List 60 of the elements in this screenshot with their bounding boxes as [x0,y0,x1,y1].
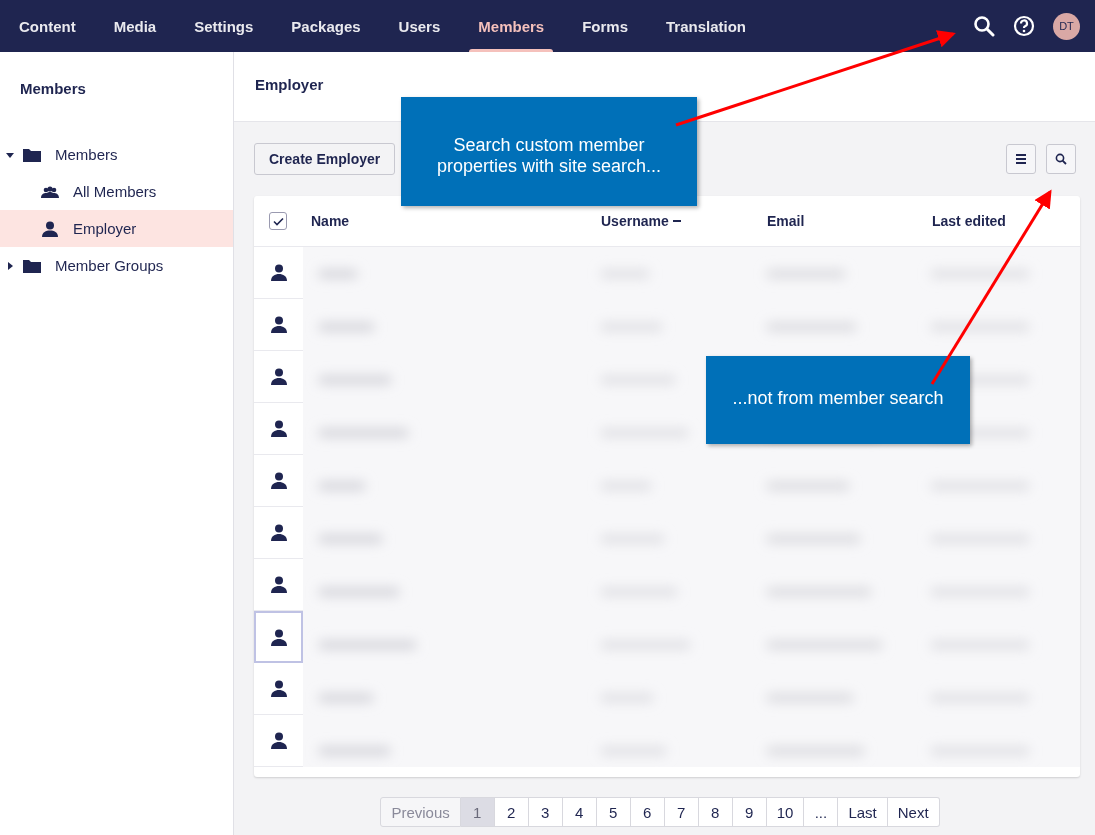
pagination-button[interactable]: 4 [562,797,597,827]
person-icon [269,524,288,541]
sidebar-title: Members [19,79,87,99]
row-icon-cell[interactable] [254,611,303,663]
annotation-callout: ...not from member search [706,356,970,444]
caret-icon[interactable] [6,261,14,270]
user-avatar[interactable]: DT [1053,12,1080,40]
search-icon[interactable] [973,15,995,37]
help-icon[interactable] [1013,15,1035,37]
tree-item[interactable]: Employer [0,210,233,247]
nav-tab[interactable]: Packages [272,0,380,52]
pagination-button[interactable]: Last [838,797,888,827]
column-header[interactable]: Email [767,213,805,229]
pagination-button[interactable]: ... [804,797,839,827]
person-icon [269,680,288,697]
create-button[interactable]: Create Employer [254,143,396,175]
folder-icon [23,147,41,162]
search-icon [1055,153,1067,165]
page-title: Employer [255,76,324,93]
list-icon [1016,154,1026,164]
person-icon [269,368,288,385]
person-icon [269,628,288,646]
person-icon [269,732,288,749]
pagination-button[interactable]: 3 [528,797,563,827]
nav-tab[interactable]: Translation [647,0,766,52]
person-icon [269,316,288,333]
check-icon [272,216,284,226]
column-header[interactable]: Username [601,213,681,229]
pagination-button[interactable]: 7 [664,797,699,827]
nav-tab[interactable]: Settings [175,0,273,52]
person-icon [269,472,288,489]
pagination-button[interactable]: 9 [732,797,767,827]
person-icon [269,576,288,593]
person-icon [269,264,288,281]
caret-icon[interactable] [6,150,14,159]
nav-tab[interactable]: Members [459,0,564,52]
pagination-button[interactable]: 8 [698,797,733,827]
tree-item[interactable]: Member Groups [0,247,233,284]
pagination-button[interactable]: 6 [630,797,665,827]
annotation-callout: Search custom member properties with site search... [401,97,697,206]
tree-item[interactable]: All Members [0,173,233,210]
folder-icon [23,258,41,273]
nav-tab[interactable]: Media [94,0,176,52]
pagination-button[interactable]: 1 [460,797,495,827]
nav-tab[interactable]: Forms [563,0,647,52]
people-icon [41,184,59,199]
tree-item[interactable]: Members [0,136,233,173]
select-all-checkbox[interactable] [269,212,287,230]
search-button[interactable] [1046,144,1076,174]
nav-tab[interactable]: Users [379,0,460,52]
column-header[interactable]: Name [311,213,350,229]
person-icon [41,220,59,237]
person-icon [269,420,288,437]
pagination-button[interactable]: 5 [596,797,631,827]
pagination-button[interactable]: 2 [494,797,529,827]
pagination-button[interactable]: 10 [766,797,805,827]
pagination-button[interactable]: Next [887,797,940,827]
column-header[interactable]: Last edited [932,213,1006,229]
list-view-button[interactable] [1006,144,1036,174]
nav-tab[interactable]: Content [0,0,95,52]
